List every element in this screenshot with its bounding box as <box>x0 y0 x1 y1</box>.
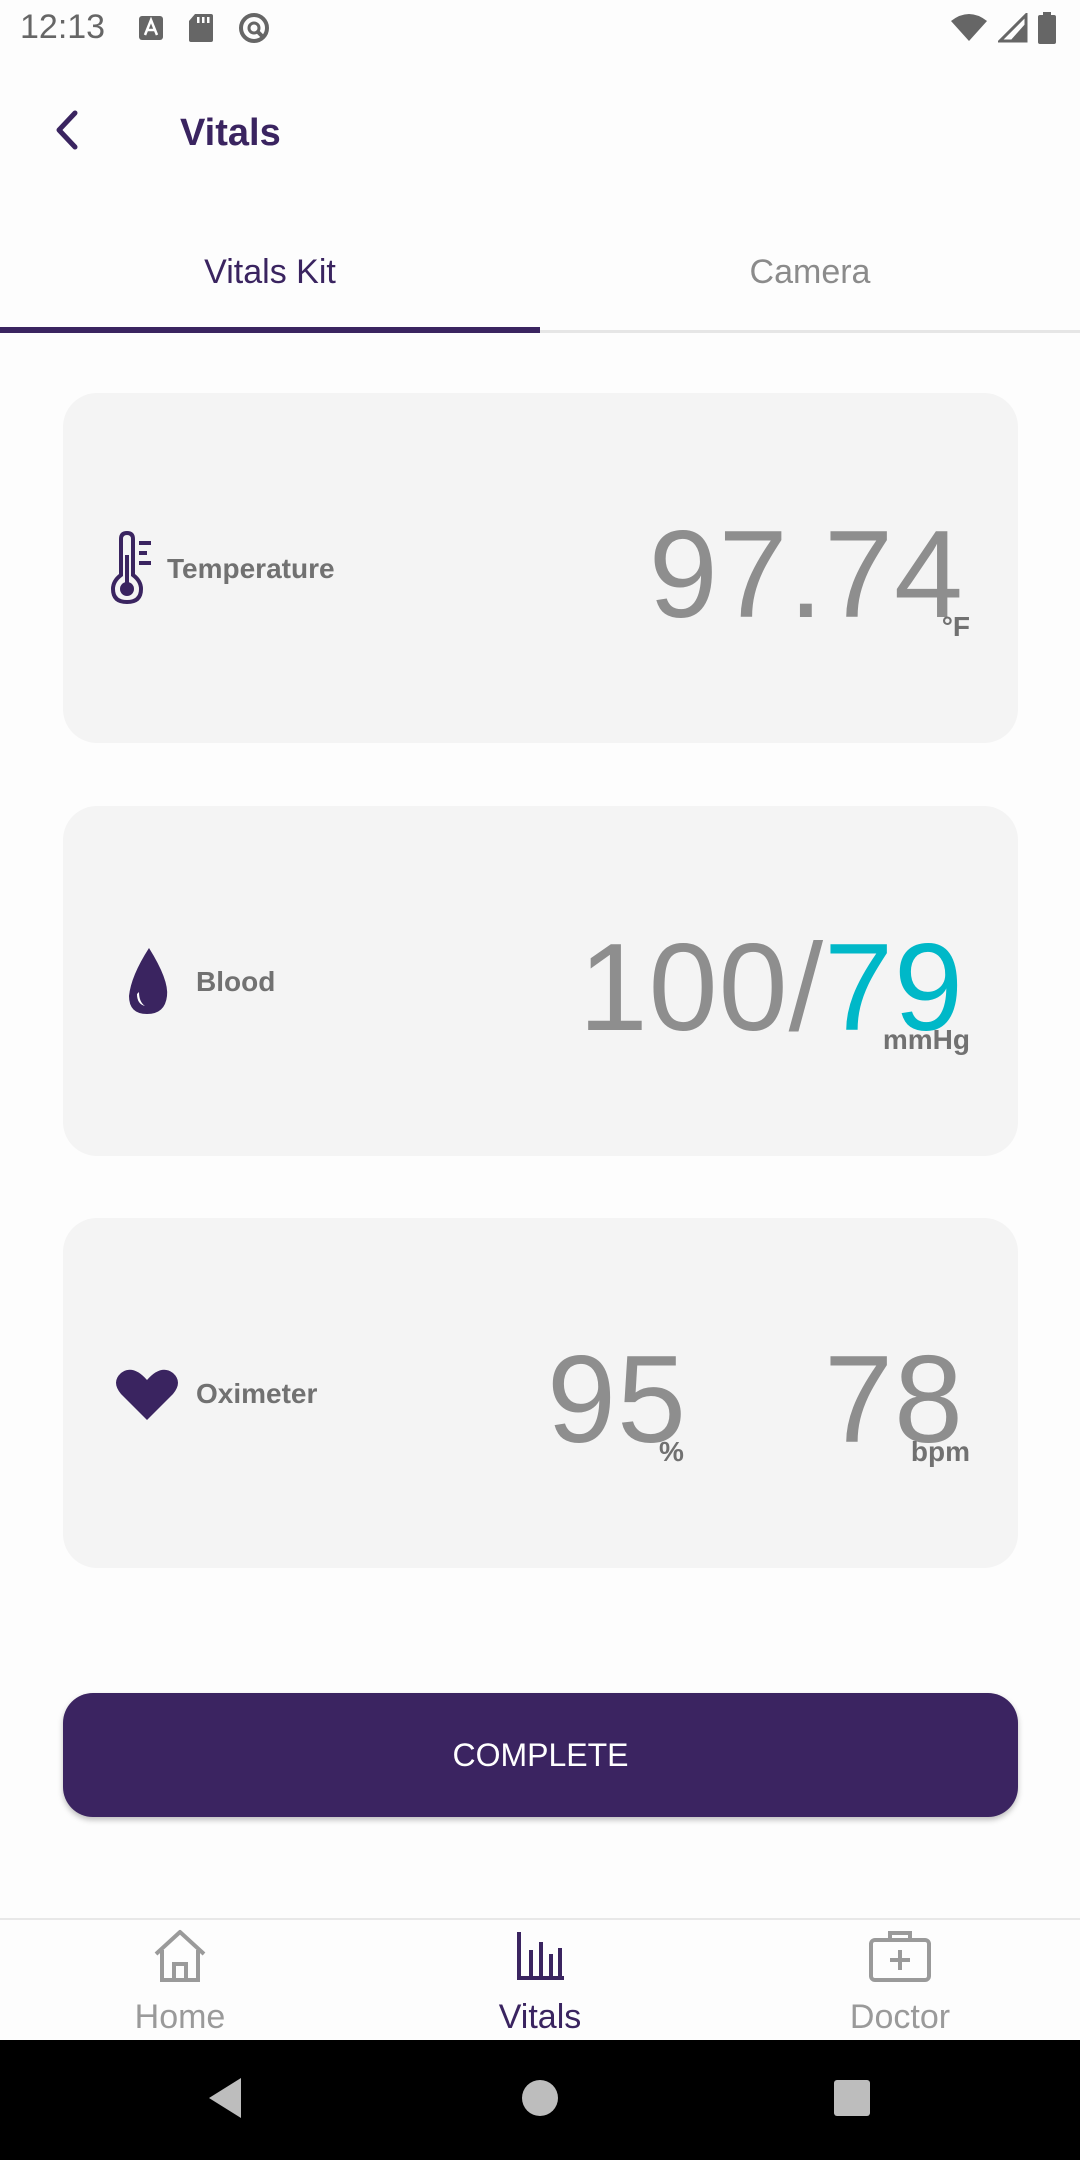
blood-label: Blood <box>196 966 276 997</box>
blood-drop-icon <box>125 946 169 1021</box>
bar-chart-icon <box>514 1928 566 1989</box>
nav-item-home[interactable]: Home <box>0 1920 360 2042</box>
page-title: Vitals <box>180 112 281 154</box>
status-time: 12:13 <box>20 8 106 46</box>
spo2-unit: % <box>659 1436 684 1467</box>
font-notification-icon <box>138 15 164 46</box>
thermometer-icon <box>110 530 155 610</box>
pulse-unit: bpm <box>910 1436 970 1467</box>
tab-camera[interactable]: Camera <box>540 214 1080 330</box>
system-home-button[interactable] <box>480 2040 600 2160</box>
app-bar: Vitals <box>0 62 1080 210</box>
temperature-label: Temperature <box>167 553 335 584</box>
status-system-icons <box>950 11 1056 49</box>
tab-bar: Vitals Kit Camera <box>0 214 1080 333</box>
square-recents-icon <box>833 2079 871 2122</box>
bottom-navigation: Home Vitals Doctor <box>0 1918 1080 2042</box>
temperature-unit: °F <box>941 611 970 642</box>
selected-tab-indicator <box>0 327 540 333</box>
temperature-value: 97.74 <box>648 506 964 644</box>
home-icon <box>152 1928 208 1989</box>
nav-item-vitals[interactable]: Vitals <box>360 1920 720 2042</box>
blood-card[interactable]: Blood 100/79 mmHg <box>63 806 1018 1156</box>
oximeter-label: Oximeter <box>196 1378 318 1409</box>
sd-card-icon <box>188 13 214 48</box>
systolic-value: 100/ <box>578 919 825 1057</box>
wifi-icon <box>950 13 988 48</box>
nav-label-home: Home <box>134 1998 226 2036</box>
vitals-screen: 12:13 Vitals Vitals Kit Camera Temperatu… <box>0 0 1080 2160</box>
nav-label-doctor: Doctor <box>849 1998 951 2036</box>
medical-kit-icon <box>868 1928 932 1989</box>
system-back-button[interactable] <box>165 2040 285 2160</box>
status-notification-icons <box>138 12 270 49</box>
tab-vitals-kit[interactable]: Vitals Kit <box>0 214 540 330</box>
nav-item-doctor[interactable]: Doctor <box>720 1920 1080 2042</box>
heart-icon <box>115 1368 179 1427</box>
temperature-card[interactable]: Temperature 97.74 °F <box>63 393 1018 743</box>
cell-signal-icon <box>996 11 1028 48</box>
oximeter-card[interactable]: Oximeter 95 % 78 bpm <box>63 1218 1018 1568</box>
nav-label-vitals: Vitals <box>498 1998 582 2036</box>
blood-unit: mmHg <box>882 1024 970 1055</box>
system-recents-button[interactable] <box>792 2040 912 2160</box>
battery-icon <box>1038 12 1056 49</box>
circle-home-icon <box>520 2078 560 2123</box>
back-arrow-icon <box>51 109 81 156</box>
system-navigation-bar <box>0 2040 1080 2160</box>
status-bar: 12:13 <box>0 0 1080 62</box>
complete-button[interactable]: COMPLETE <box>63 1693 1018 1817</box>
sync-blocked-icon <box>238 12 270 49</box>
triangle-back-icon <box>205 2076 245 2125</box>
back-button[interactable] <box>36 102 96 162</box>
